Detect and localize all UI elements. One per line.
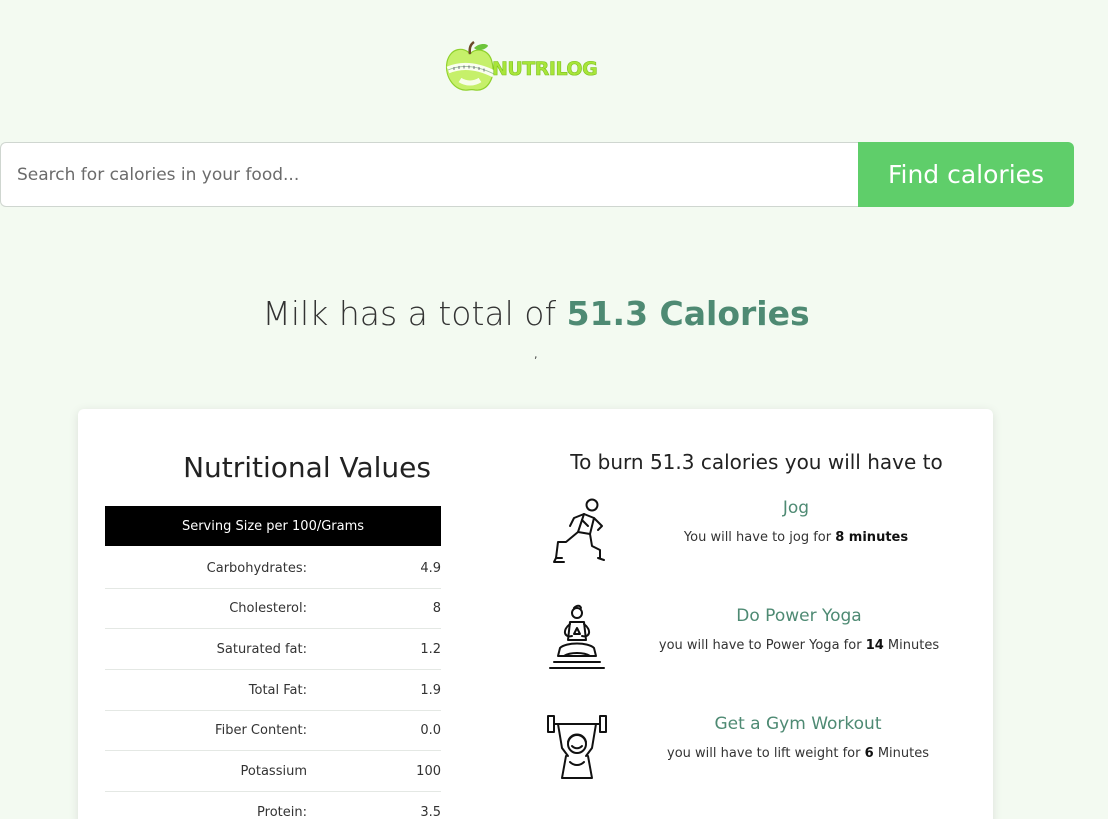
nutrient-label: Potassium bbox=[240, 764, 307, 779]
activity-description: you will have to Power Yoga for 14 Minut… bbox=[599, 638, 999, 653]
search-bar: Find calories bbox=[0, 142, 1074, 207]
activity-unit: Minutes bbox=[877, 746, 929, 761]
activity-amount: 8 minutes bbox=[835, 530, 909, 545]
nutrient-value: 100 bbox=[416, 764, 441, 779]
nutrition-row: Protein: 3.5 bbox=[105, 792, 441, 819]
brand-name: NUTRILOG bbox=[492, 58, 598, 81]
headline-middle: has a total of bbox=[338, 294, 557, 333]
brand-logo[interactable]: NUTRILOG bbox=[444, 40, 598, 94]
calorie-headline: Milk has a total of 51.3 Calories bbox=[0, 294, 1072, 333]
nutrient-value: 8 bbox=[432, 601, 441, 616]
activity-text: you will have to Power Yoga for bbox=[658, 638, 862, 653]
nutrient-label: Fiber Content: bbox=[215, 723, 307, 738]
nutrition-row: Total Fat: 1.9 bbox=[105, 670, 441, 711]
nutrient-label: Protein: bbox=[257, 805, 307, 819]
page: NUTRILOG Find calories Milk has a total … bbox=[0, 0, 1108, 819]
nutrition-title: Nutritional Values bbox=[183, 451, 431, 484]
activity-name: Do Power Yoga bbox=[736, 606, 862, 626]
activity-text: you will have to lift weight for bbox=[667, 746, 861, 761]
activity-description: You will have to jog for 8 minutes bbox=[596, 530, 996, 545]
serving-size-bar: Serving Size per 100/Grams bbox=[105, 506, 441, 546]
burn-title: To burn 51.3 calories you will have to bbox=[570, 450, 943, 474]
nutrient-value: 3.5 bbox=[420, 805, 441, 819]
serving-size-label: Serving Size per 100/Grams bbox=[181, 518, 365, 534]
activity-amount: 6 bbox=[864, 746, 874, 761]
activity-name: Jog bbox=[782, 498, 810, 518]
activity-amount: 14 bbox=[865, 638, 884, 653]
calorie-total: 51.3 Calories bbox=[566, 294, 810, 333]
activity-description: you will have to lift weight for 6 Minut… bbox=[598, 746, 998, 761]
food-name: Milk bbox=[262, 294, 329, 333]
nutrient-value: 1.2 bbox=[420, 642, 441, 657]
find-calories-button[interactable]: Find calories bbox=[858, 142, 1074, 207]
activity-text: You will have to jog for bbox=[683, 530, 832, 545]
headline-note: , bbox=[534, 348, 538, 361]
nutrient-label: Total Fat: bbox=[248, 683, 307, 698]
nutrition-row: Potassium 100 bbox=[105, 751, 441, 792]
nutrient-label: Cholesterol: bbox=[229, 601, 307, 616]
nutrient-value: 0.0 bbox=[420, 723, 441, 738]
nutrition-row: Saturated fat: 1.2 bbox=[105, 629, 441, 670]
nutrition-row: Fiber Content: 0.0 bbox=[105, 710, 441, 751]
search-input[interactable] bbox=[0, 142, 858, 207]
nutrition-row: Cholesterol: 8 bbox=[105, 588, 441, 629]
nutrient-label: Carbohydrates: bbox=[206, 561, 307, 576]
nutrient-value: 4.9 bbox=[420, 561, 441, 576]
apple-logo-icon bbox=[445, 40, 496, 91]
activity-name: Get a Gym Workout bbox=[714, 714, 882, 734]
activity-unit: Minutes bbox=[887, 638, 940, 653]
nutrient-label: Saturated fat: bbox=[216, 642, 307, 657]
nutrient-value: 1.9 bbox=[420, 683, 441, 698]
nutrition-row: Carbohydrates: 4.9 bbox=[105, 548, 441, 589]
